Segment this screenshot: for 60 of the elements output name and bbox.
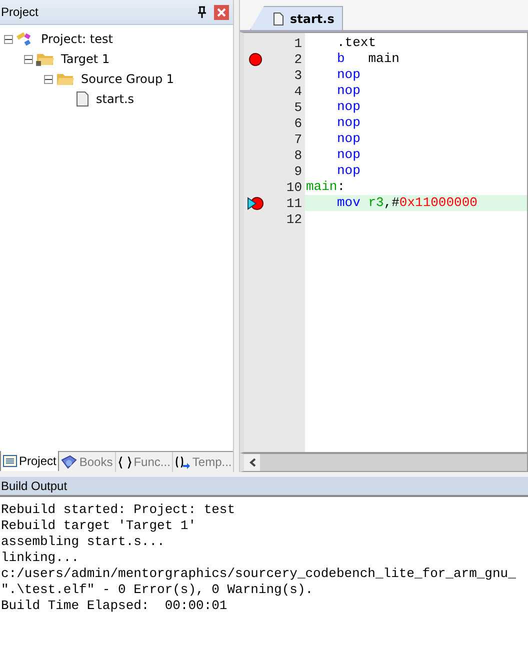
pin-button[interactable]: [196, 5, 208, 19]
tree-item[interactable]: Source Group 1: [81, 72, 174, 86]
line-number: 5: [294, 100, 302, 114]
file-icon: [273, 12, 284, 26]
code-line: mov r3,#0x11000000: [337, 195, 478, 210]
output-line: assembling start.s...: [1, 534, 166, 550]
code-line: nop: [337, 67, 360, 82]
breakpoint-icon[interactable]: [248, 52, 262, 66]
output-line: ".\test.elf" - 0 Error(s), 0 Warning(s).: [1, 582, 314, 598]
panel-tab[interactable]: Books: [59, 452, 116, 472]
horizontal-scrollbar[interactable]: [240, 453, 528, 472]
collapse-toggle[interactable]: [44, 74, 53, 84]
file-tab[interactable]: start.s: [250, 6, 344, 30]
scroll-left-button[interactable]: [244, 454, 260, 471]
line-number: 1: [294, 36, 302, 50]
line-number: 9: [294, 164, 302, 178]
tree-item[interactable]: Project: test: [41, 32, 113, 46]
tree-item[interactable]: Target 1: [61, 52, 110, 66]
line-number: 12: [286, 212, 302, 226]
close-button[interactable]: [214, 4, 229, 20]
output-line: c:/users/admin/mentorgraphics/sourcery_codebench_lite_for_arm_gnu_: [1, 566, 517, 582]
code-line: nop: [337, 115, 360, 130]
panel-title: Build Output: [1, 479, 68, 493]
panel-tab[interactable]: Func...: [116, 452, 174, 472]
panel-title: Project: [1, 5, 38, 19]
code-line: nop: [337, 163, 360, 178]
folder-icon: [36, 52, 54, 66]
code-line: nop: [337, 147, 360, 162]
code-line: main:: [306, 179, 346, 194]
line-number: 11: [286, 196, 302, 210]
template-icon: [175, 456, 190, 468]
output-line: linking...: [1, 550, 80, 566]
line-number: 4: [294, 84, 302, 98]
breakpoint-arrow-icon[interactable]: [246, 196, 264, 210]
panel-tab[interactable]: Project: [0, 451, 60, 471]
collapse-toggle[interactable]: [4, 34, 13, 44]
code-line: .text: [337, 35, 376, 50]
code-line: nop: [337, 99, 360, 114]
book-icon: [61, 455, 78, 469]
file-icon: [76, 91, 89, 107]
line-number: 6: [294, 116, 302, 130]
line-number: 10: [286, 180, 302, 194]
collapse-toggle[interactable]: [24, 54, 33, 64]
list-icon: [3, 455, 17, 467]
line-number: 3: [294, 68, 302, 82]
code-line: nop: [337, 83, 360, 98]
close-icon: [217, 8, 226, 16]
line-number: 7: [294, 132, 302, 146]
chevron-left-icon: [248, 458, 256, 467]
code-line: nop: [337, 131, 360, 146]
output-line: Rebuild started: Project: test: [1, 502, 236, 518]
code-line: b main: [337, 51, 400, 66]
output-line: Build Time Elapsed: 00:00:01: [1, 598, 228, 614]
braces-icon: [118, 456, 132, 468]
line-number: 2: [294, 52, 302, 66]
tree-item[interactable]: start.s: [96, 92, 134, 106]
pin-icon: [197, 6, 207, 18]
line-number: 8: [294, 148, 302, 162]
output-line: Rebuild target 'Target 1': [1, 518, 198, 534]
folder-icon: [56, 72, 74, 86]
